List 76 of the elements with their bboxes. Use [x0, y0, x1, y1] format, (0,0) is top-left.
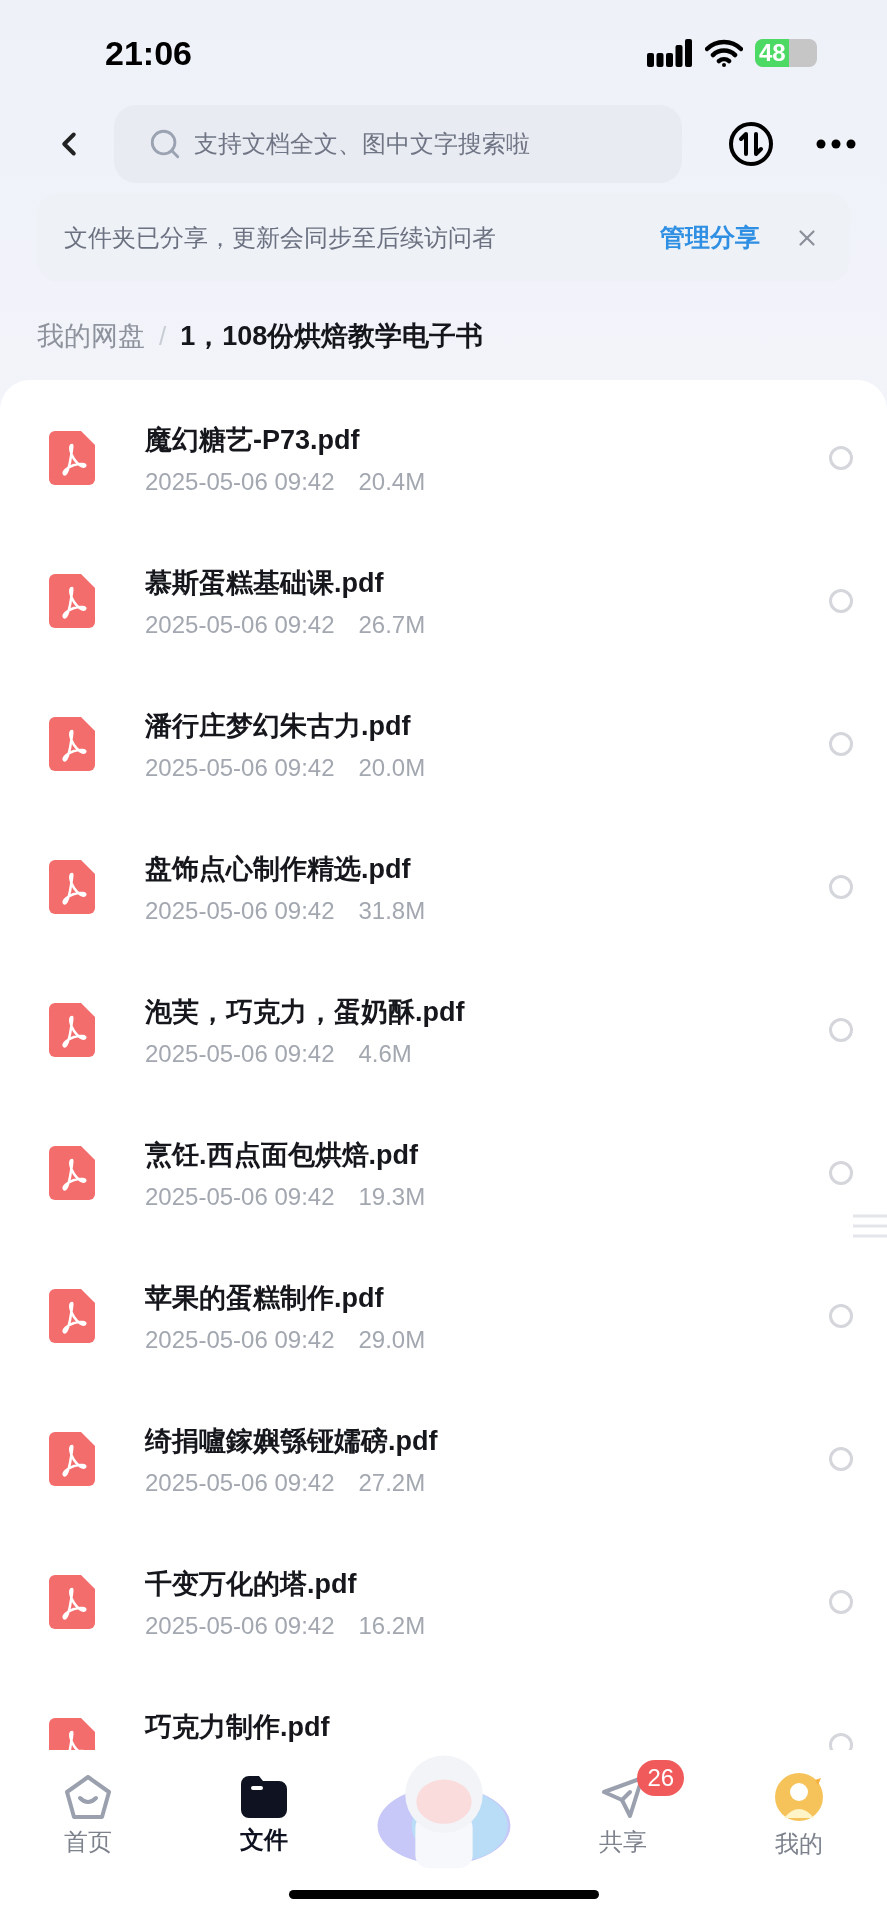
file-size: 27.2M: [358, 1468, 426, 1498]
file-row[interactable]: 烹饪.西点面包烘焙.pdf 2025-05-06 09:42 19.3M: [0, 1101, 887, 1244]
file-row[interactable]: 盘饰点心制作精选.pdf 2025-05-06 09:42 31.8M: [0, 815, 887, 958]
file-name: 魔幻糖艺-P73.pdf: [145, 424, 361, 457]
scroll-handle-icon: [851, 1213, 887, 1239]
pdf-file-icon: [49, 1288, 95, 1343]
file-name: 绮捐嚧鎵嬩綔铔嬬磅.pdf: [145, 1425, 439, 1458]
pdf-file-icon: [49, 1574, 95, 1629]
tab-item[interactable]: 首页: [0, 1760, 176, 1860]
file-date: 2025-05-06 09:42: [145, 467, 335, 497]
search-field[interactable]: 支持文档全文、图中文字搜索啦: [114, 105, 682, 183]
file-size: 26.7M: [358, 610, 426, 640]
wifi-icon: [705, 39, 743, 67]
pdf-file-icon: [49, 1431, 95, 1486]
folder-icon: [240, 1776, 287, 1818]
select-radio[interactable]: [829, 1446, 853, 1471]
file-name: 慕斯蛋糕基础课.pdf: [145, 567, 385, 600]
status-time: 21:06: [105, 32, 192, 74]
file-row[interactable]: 苹果的蛋糕制作.pdf 2025-05-06 09:42 29.0M: [0, 1244, 887, 1387]
signal-icon: [647, 39, 693, 67]
tab-item[interactable]: 共享 26: [535, 1760, 712, 1860]
banner-text: 文件夹已分享，更新会同步至后续访问者: [64, 222, 497, 253]
select-radio[interactable]: [829, 1589, 853, 1614]
badge: 26: [637, 1760, 685, 1796]
pdf-file-icon: [49, 716, 95, 771]
select-radio[interactable]: [829, 1160, 853, 1185]
pdf-file-icon: [49, 573, 95, 628]
file-date: 2025-05-06 09:42: [145, 1182, 335, 1212]
file-name: 烹饪.西点面包烘焙.pdf: [145, 1139, 419, 1172]
pdf-file-icon: [49, 1002, 95, 1057]
file-name: 巧克力制作.pdf: [145, 1711, 331, 1744]
file-row[interactable]: 绮捐嚧鎵嬩綔铔嬬磅.pdf 2025-05-06 09:42 27.2M: [0, 1387, 887, 1530]
select-radio[interactable]: [829, 874, 853, 899]
file-size: 4.6M: [358, 1039, 412, 1069]
file-date: 2025-05-06 09:42: [145, 1325, 335, 1355]
select-radio[interactable]: [829, 588, 853, 613]
file-date: 2025-05-06 09:42: [145, 753, 335, 783]
pdf-file-icon: [49, 430, 95, 485]
select-radio[interactable]: [829, 731, 853, 756]
more-icon[interactable]: [816, 139, 856, 149]
breadcrumb-item: 1，108份烘焙教学电子书: [180, 319, 484, 353]
file-date: 2025-05-06 09:42: [145, 896, 335, 926]
breadcrumb-separator: /: [159, 319, 167, 353]
file-size: 20.0M: [358, 753, 426, 783]
select-radio[interactable]: [829, 445, 853, 470]
file-name: 潘行庄梦幻朱古力.pdf: [145, 710, 412, 743]
select-radio[interactable]: [829, 1732, 853, 1750]
select-radio[interactable]: [829, 1303, 853, 1328]
tab-item[interactable]: 我的: [711, 1758, 887, 1862]
avatar-icon: [774, 1772, 825, 1822]
file-size: 31.8M: [358, 896, 426, 926]
tab-item[interactable]: 文件: [175, 1762, 352, 1858]
file-row[interactable]: 慕斯蛋糕基础课.pdf 2025-05-06 09:42 26.7M: [0, 529, 887, 672]
file-name: 泡芙，巧克力，蛋奶酥.pdf: [145, 996, 466, 1029]
transfer-icon[interactable]: [728, 121, 774, 167]
file-size: 16.2M: [358, 1611, 426, 1641]
file-row[interactable]: 千变万化的塔.pdf 2025-05-06 09:42 16.2M: [0, 1530, 887, 1673]
file-date: 2025-05-06 09:42: [145, 610, 335, 640]
battery-indicator: 48: [755, 39, 817, 67]
file-size: 20.4M: [358, 467, 426, 497]
file-name: 苹果的蛋糕制作.pdf: [145, 1282, 385, 1315]
file-row[interactable]: 潘行庄梦幻朱古力.pdf 2025-05-06 09:42 20.0M: [0, 672, 887, 815]
search-icon: [148, 127, 182, 161]
pdf-file-icon: [49, 859, 95, 914]
file-date: 2025-05-06 09:42: [145, 1611, 335, 1641]
file-row[interactable]: 泡芙，巧克力，蛋奶酥.pdf 2025-05-06 09:42 4.6M: [0, 958, 887, 1101]
file-size: 29.0M: [358, 1325, 426, 1355]
home-icon: [63, 1774, 112, 1820]
file-date: 2025-05-06 09:42: [145, 1039, 335, 1069]
file-size: 19.3M: [358, 1182, 426, 1212]
pdf-file-icon: [49, 1145, 95, 1200]
file-row[interactable]: 魔幻糖艺-P73.pdf 2025-05-06 09:42 20.4M: [0, 386, 887, 529]
file-name: 盘饰点心制作精选.pdf: [145, 853, 412, 886]
select-radio[interactable]: [829, 1017, 853, 1042]
file-name: 千变万化的塔.pdf: [145, 1568, 358, 1601]
file-date: 2025-05-06 09:42: [145, 1468, 335, 1498]
